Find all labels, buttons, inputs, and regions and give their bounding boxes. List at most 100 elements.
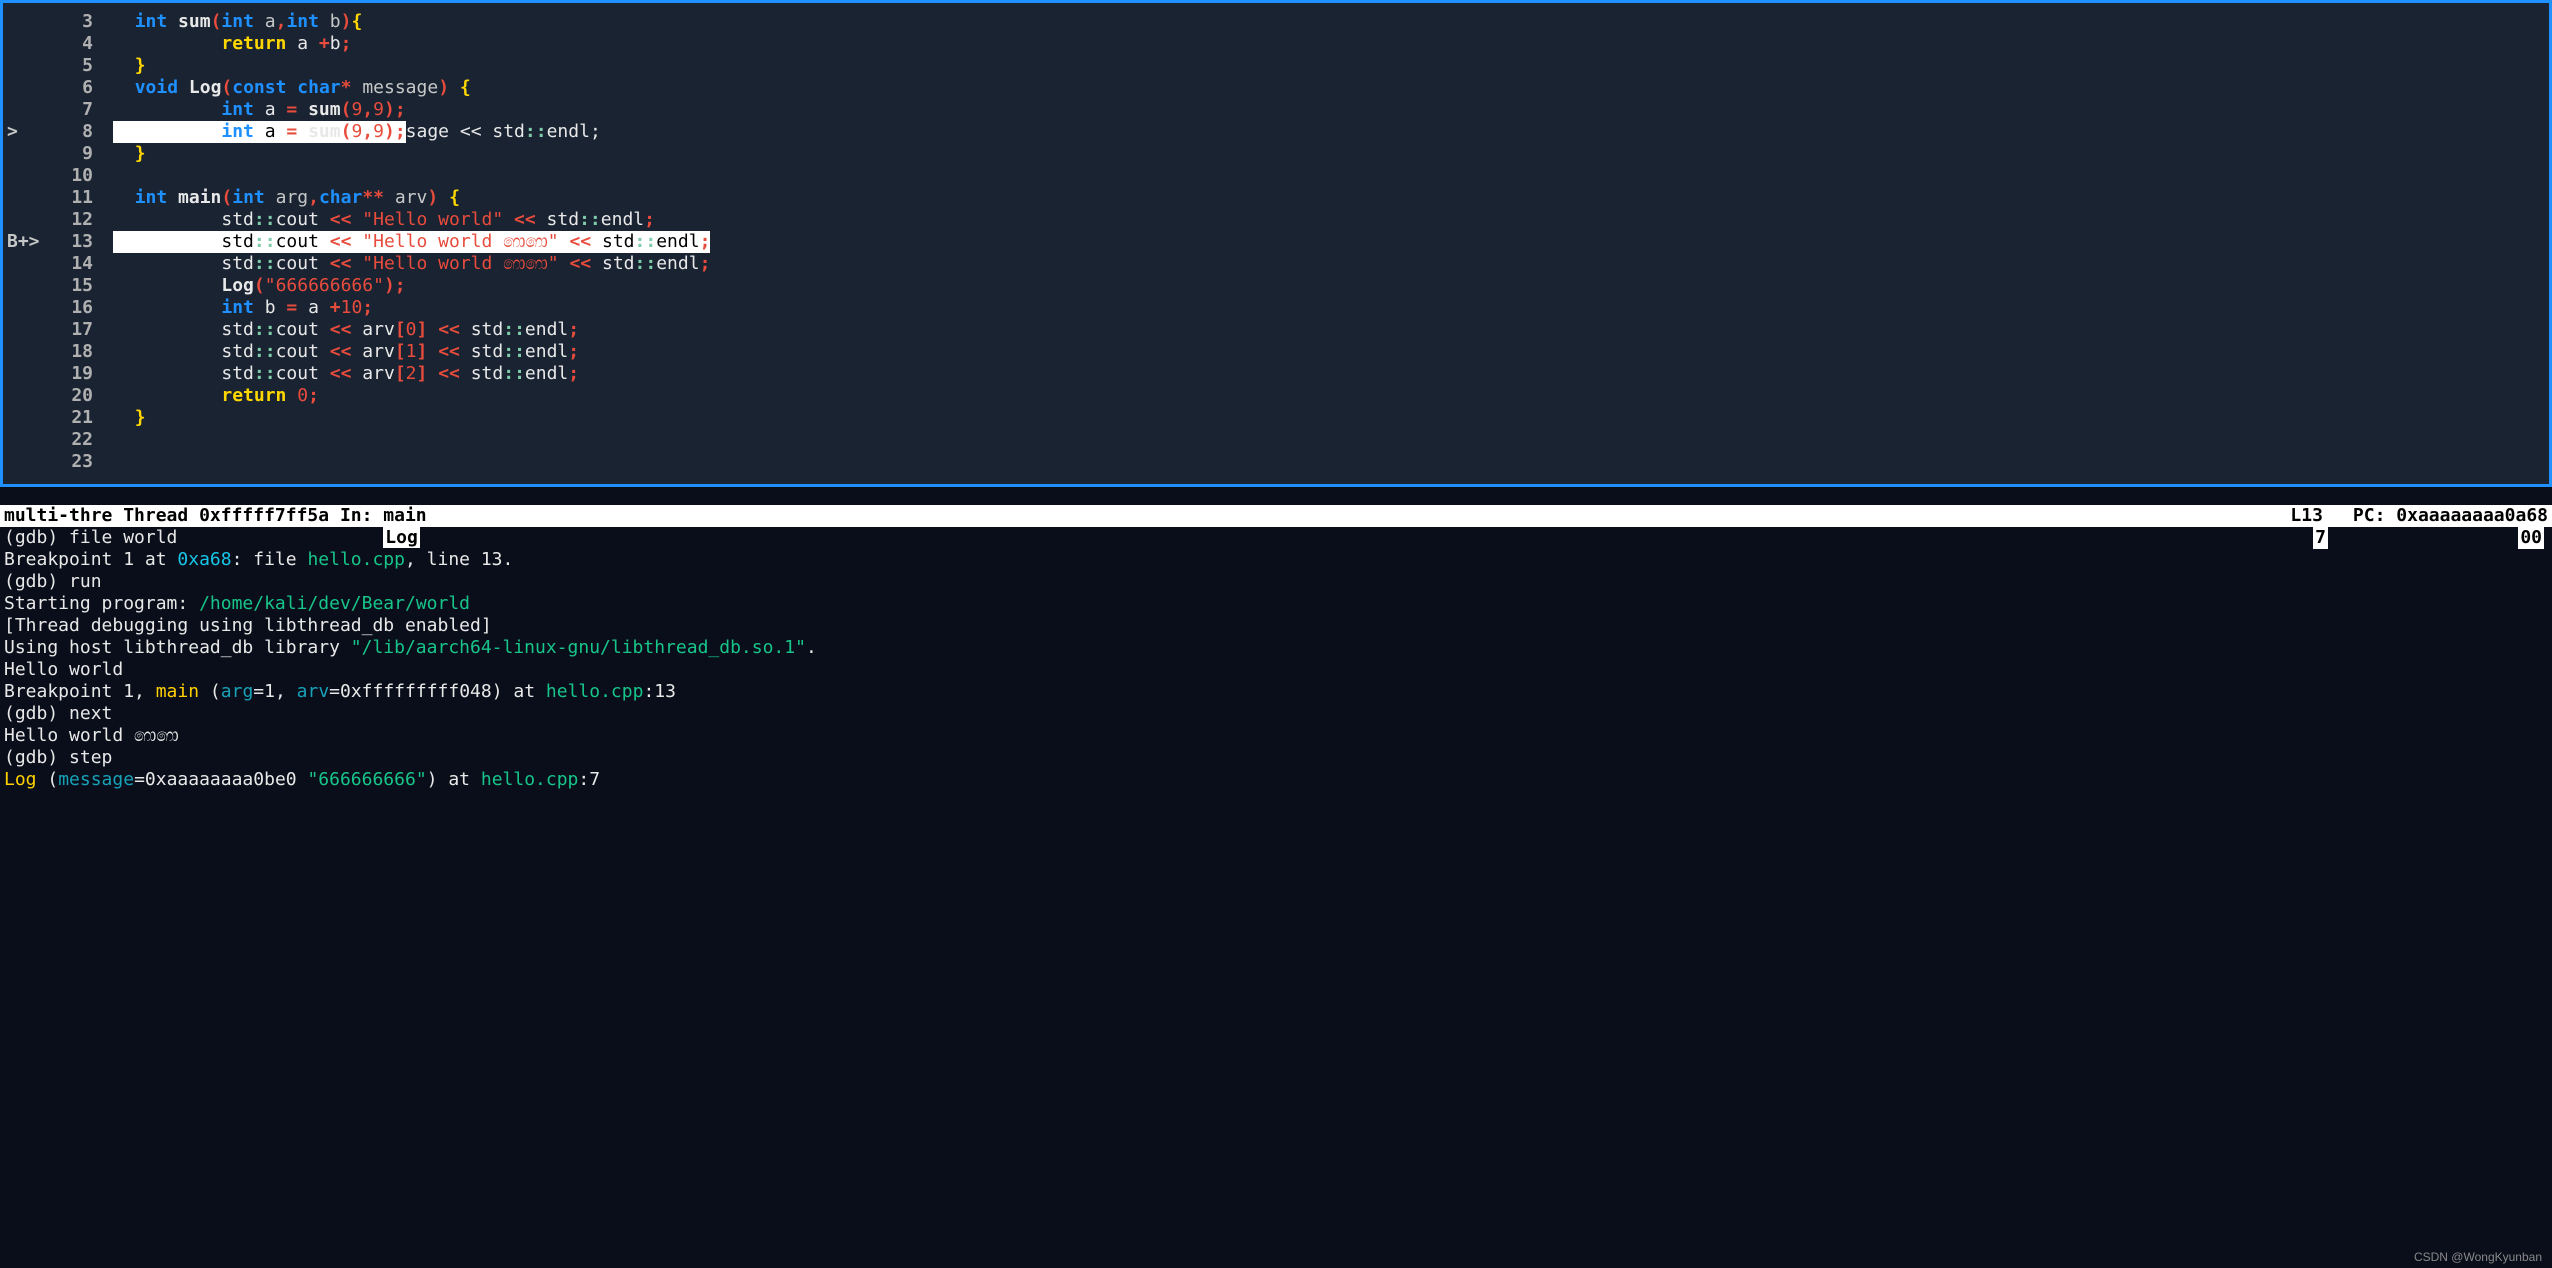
code-content: int sum(int a,int b){ [113,11,2549,33]
gutter-mark [3,165,53,187]
gdb-output-line: Breakpoint 1 at 0xa68: file hello.cpp, l… [4,549,2548,571]
gdb-output-line: Hello world ෩෩ [4,725,2548,747]
status-thread-info: multi-thre Thread 0xfffff7ff5a In: main [4,505,2290,527]
code-content: } [113,143,2549,165]
status-bar: multi-thre Thread 0xfffff7ff5a In: main … [0,505,2552,527]
code-line: 23 [3,451,2549,473]
code-line: 9 } [3,143,2549,165]
gutter-mark [3,319,53,341]
code-content: return 0; [113,385,2549,407]
code-line: 18 std::cout << arv[1] << std::endl; [3,341,2549,363]
line-number: 10 [53,165,113,187]
gutter-mark [3,11,53,33]
gdb-output-line: (gdb) run [4,571,2548,593]
code-line: 22 [3,429,2549,451]
status-pc: PC: 0xaaaaaaaa0a68 [2353,505,2548,527]
line-number: 9 [53,143,113,165]
line-number: 16 [53,297,113,319]
code-line: 4 return a +b; [3,33,2549,55]
gutter-mark [3,55,53,77]
line-number: 18 [53,341,113,363]
gutter-mark [3,429,53,451]
gdb-output-line: Log (message=0xaaaaaaaa0be0 "666666666")… [4,769,2548,791]
code-line: 16 int b = a +10; [3,297,2549,319]
gdb-output-line: Using host libthread_db library "/lib/aa… [4,637,2548,659]
code-line: 10 [3,165,2549,187]
code-line: 21 } [3,407,2549,429]
line-number: 14 [53,253,113,275]
source-code-pane[interactable]: 3 int sum(int a,int b){4 return a +b;5 }… [0,0,2552,487]
gdb-output-line: (gdb) next [4,703,2548,725]
line-number: 8 [53,121,113,143]
gutter-mark [3,451,53,473]
line-number: 12 [53,209,113,231]
gutter-mark [3,187,53,209]
code-line: 15 Log("666666666"); [3,275,2549,297]
code-line: 6 void Log(const char* message) { [3,77,2549,99]
code-content: void Log(const char* message) { [113,77,2549,99]
line-number: 5 [53,55,113,77]
watermark: CSDN @WongKyunban [2414,1250,2542,1264]
code-content [113,451,2549,473]
code-content: int a = sum(9,9); [113,99,2549,121]
line-number: 11 [53,187,113,209]
code-line: 5 } [3,55,2549,77]
code-line: 19 std::cout << arv[2] << std::endl; [3,363,2549,385]
gdb-output-line: (gdb) step [4,747,2548,769]
gdb-output-line: (gdb) file world Log700 [4,527,2548,549]
line-number: 19 [53,363,113,385]
gutter-mark [3,209,53,231]
line-number: 15 [53,275,113,297]
code-content: std::cout << arv[1] << std::endl; [113,341,2549,363]
code-content: int a = sum(9,9);sage << std::endl; [113,121,2549,143]
code-content: std::cout << "Hello world" << std::endl; [113,209,2549,231]
gutter-mark [3,253,53,275]
code-line: 11 int main(int arg,char** arv) { [3,187,2549,209]
code-content: std::cout << "Hello world ෩෩" << std::en… [113,253,2549,275]
line-number: 6 [53,77,113,99]
line-number: 17 [53,319,113,341]
gdb-output-line: Starting program: /home/kali/dev/Bear/wo… [4,593,2548,615]
code-content: std::cout << arv[2] << std::endl; [113,363,2549,385]
line-number: 13 [53,231,113,253]
code-content [113,165,2549,187]
status-line: L13 [2290,505,2323,527]
code-content: int main(int arg,char** arv) { [113,187,2549,209]
line-number: 7 [53,99,113,121]
gutter-mark: > [3,121,53,143]
line-number: 23 [53,451,113,473]
code-line: B+>13 std::cout << "Hello world ෩෩" << s… [3,231,2549,253]
line-number: 21 [53,407,113,429]
gutter-mark [3,363,53,385]
gutter-mark [3,143,53,165]
gutter-mark [3,33,53,55]
code-content: std::cout << arv[0] << std::endl; [113,319,2549,341]
gutter-mark [3,77,53,99]
line-number: 22 [53,429,113,451]
code-line: 14 std::cout << "Hello world ෩෩" << std:… [3,253,2549,275]
code-line: 7 int a = sum(9,9); [3,99,2549,121]
gutter-mark [3,275,53,297]
line-number: 3 [53,11,113,33]
code-line: >8 int a = sum(9,9);sage << std::endl; [3,121,2549,143]
gutter-mark [3,407,53,429]
code-content: } [113,407,2549,429]
gutter-mark [3,385,53,407]
code-content [113,429,2549,451]
code-content: } [113,55,2549,77]
line-number: 20 [53,385,113,407]
code-line: 3 int sum(int a,int b){ [3,11,2549,33]
code-content: return a +b; [113,33,2549,55]
code-content: int b = a +10; [113,297,2549,319]
gdb-output-line: [Thread debugging using libthread_db ena… [4,615,2548,637]
gdb-console-pane[interactable]: (gdb) file world Log700Breakpoint 1 at 0… [0,527,2552,791]
gdb-tail-marker: 7 [2313,527,2328,549]
code-line: 12 std::cout << "Hello world" << std::en… [3,209,2549,231]
code-content: Log("666666666"); [113,275,2549,297]
gdb-output-line: Breakpoint 1, main (arg=1, arv=0xfffffff… [4,681,2548,703]
code-content: std::cout << "Hello world ෩෩" << std::en… [113,231,2549,253]
code-line: 17 std::cout << arv[0] << std::endl; [3,319,2549,341]
gutter-mark [3,297,53,319]
gdb-output-line: Hello world [4,659,2548,681]
gutter-mark [3,341,53,363]
